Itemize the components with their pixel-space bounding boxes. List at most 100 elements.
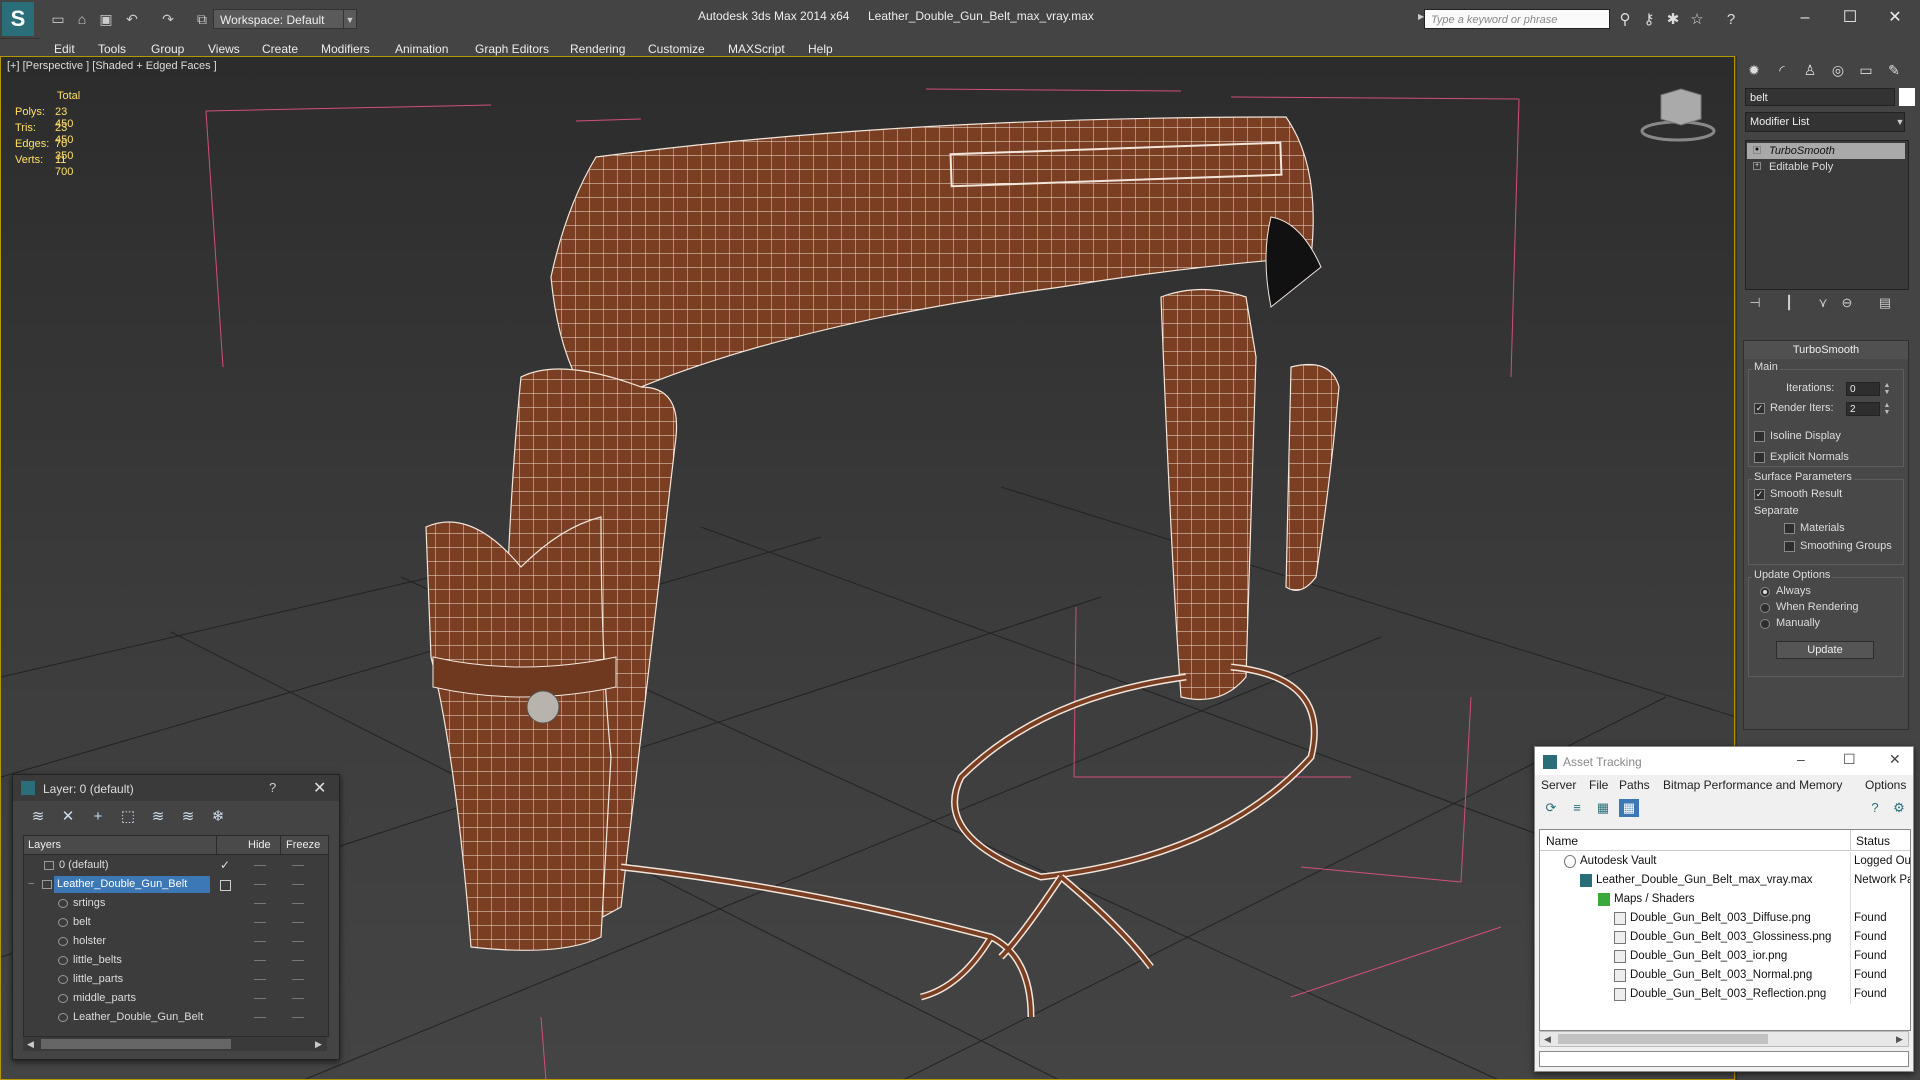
asset-row[interactable]: Double_Gun_Belt_003_ior.png Found [1540,947,1910,966]
menu-group[interactable]: Group [151,42,184,56]
refresh-icon[interactable]: ⟳ [1541,799,1561,817]
maximize-icon[interactable]: ☐ [1843,751,1856,768]
update-button[interactable]: Update [1776,641,1874,659]
make-unique-icon[interactable]: ⋎ [1813,294,1833,312]
help-icon[interactable]: ? [1865,799,1885,817]
binoculars-icon[interactable]: ⚲ [1614,9,1636,31]
hide-toggle[interactable] [254,941,266,942]
active-layer-check-icon[interactable]: ✓ [220,856,230,875]
key-icon[interactable]: ⚷ [1638,9,1660,31]
table-view-icon[interactable]: ▦ [1619,799,1639,817]
workspace-dropdown[interactable]: Workspace: Default [213,9,353,29]
project-folder-icon[interactable]: ⧉ [192,9,212,29]
help-icon[interactable]: ? [1720,9,1742,31]
always-radio[interactable] [1760,587,1770,597]
star-icon[interactable]: ☆ [1686,9,1708,31]
delete-layer-icon[interactable]: ✕ [57,807,79,827]
menu-modifiers[interactable]: Modifiers [321,42,370,56]
hierarchy-tab-icon[interactable]: ♙ [1799,60,1821,80]
scrollbar-thumb[interactable] [41,1039,231,1049]
help-icon[interactable]: ? [269,780,276,795]
undo-icon[interactable]: ↶ [122,9,142,29]
freeze-toggle[interactable] [292,998,304,999]
redo-icon[interactable]: ↷ [158,9,178,29]
scroll-left-icon[interactable]: ◀ [27,1037,34,1051]
highlight-layer-icon[interactable]: ≋ [147,807,169,827]
thumbnail-view-icon[interactable]: ▦ [1593,799,1613,817]
layer-row[interactable]: srtings [24,894,328,913]
close-icon[interactable]: ✕ [1875,6,1915,30]
freeze-toggle[interactable] [292,979,304,980]
layer-row[interactable]: belt [24,913,328,932]
open-file-icon[interactable]: ⌂ [72,9,92,29]
layer-row[interactable]: little_belts [24,951,328,970]
add-to-layer-icon[interactable]: + [87,807,109,827]
hide-toggle[interactable] [254,922,266,923]
viewport-label[interactable]: [+] [Perspective ] [Shaded + Edged Faces… [7,60,217,72]
layer-row[interactable]: Leather_Double_Gun_Belt [24,1008,328,1027]
new-file-icon[interactable]: ▭ [48,9,68,29]
collapse-icon[interactable]: − [28,875,34,894]
iterations-spinner[interactable]: 0 [1846,382,1880,396]
materials-checkbox[interactable] [1784,523,1795,534]
motion-tab-icon[interactable]: ◎ [1827,60,1849,80]
layer-row[interactable]: little_parts [24,970,328,989]
utilities-tab-icon[interactable]: ✎ [1883,60,1905,80]
layer-row[interactable]: − Leather_Double_Gun_Belt [24,875,328,894]
freeze-toggle[interactable] [292,960,304,961]
select-objects-icon[interactable]: ⬚ [117,807,139,827]
freeze-toggle[interactable] [292,941,304,942]
modifier-list-dropdown[interactable]: Modifier List [1745,112,1905,132]
layer-row[interactable]: holster [24,932,328,951]
when-rendering-radio[interactable] [1760,603,1770,613]
column-hide[interactable]: Hide [248,839,271,851]
scroll-right-icon[interactable]: ▶ [1896,1032,1903,1046]
close-icon[interactable]: ✕ [1889,751,1901,768]
minimize-icon[interactable]: – [1785,6,1825,30]
show-end-result-icon[interactable]: ┃ [1779,294,1799,312]
asset-row[interactable]: Double_Gun_Belt_003_Glossiness.png Found [1540,928,1910,947]
hide-toggle[interactable] [254,960,266,961]
menu-paths[interactable]: Paths [1619,778,1650,792]
active-layer-box-icon[interactable] [220,880,231,891]
asset-row[interactable]: Maps / Shaders [1540,890,1910,909]
hide-toggle[interactable] [254,865,266,866]
freeze-toggle[interactable] [292,903,304,904]
maximize-icon[interactable]: ☐ [1830,6,1870,30]
menu-rendering[interactable]: Rendering [570,42,625,56]
list-view-icon[interactable]: ≡ [1567,799,1587,817]
menu-help[interactable]: Help [808,42,833,56]
hide-toggle[interactable] [254,998,266,999]
freeze-toggle[interactable] [292,884,304,885]
chevron-down-icon[interactable]: ▼ [343,9,357,29]
settings-icon[interactable]: ⚙ [1889,799,1909,817]
display-tab-icon[interactable]: ▭ [1855,60,1877,80]
layer-horizontal-scrollbar[interactable]: ◀ ▶ [23,1037,327,1051]
menu-bitmap-performance[interactable]: Bitmap Performance and Memory [1663,778,1842,792]
menu-options[interactable]: Options [1865,778,1906,792]
close-icon[interactable]: ✕ [313,778,326,798]
manually-radio[interactable] [1760,619,1770,629]
scrollbar-thumb[interactable] [1558,1034,1768,1044]
rollout-title[interactable]: TurboSmooth [1744,341,1908,359]
menu-views[interactable]: Views [208,42,240,56]
column-name[interactable]: Name [1546,834,1578,848]
search-input[interactable]: Type a keyword or phrase [1424,9,1610,29]
asset-row[interactable]: Autodesk Vault Logged Ou [1540,852,1910,871]
menu-maxscript[interactable]: MAXScript [728,42,785,56]
hide-unhide-all-icon[interactable]: ≋ [177,807,199,827]
isoline-display-checkbox[interactable] [1754,431,1765,442]
smooth-result-checkbox[interactable]: ✓ [1754,489,1765,500]
create-tab-icon[interactable]: ✹ [1743,60,1765,80]
hide-toggle[interactable] [254,903,266,904]
asset-row[interactable]: Double_Gun_Belt_003_Normal.png Found [1540,966,1910,985]
viewcube-ring[interactable] [1640,120,1716,142]
minimize-icon[interactable]: – [1797,751,1805,767]
menu-animation[interactable]: Animation [395,42,448,56]
render-iters-spinner[interactable]: 2 [1846,402,1880,416]
smoothing-groups-checkbox[interactable] [1784,541,1795,552]
column-freeze[interactable]: Freeze [286,839,320,851]
menu-customize[interactable]: Customize [648,42,705,56]
hide-toggle[interactable] [254,884,266,885]
layer-row[interactable]: 0 (default) ✓ [24,856,328,875]
